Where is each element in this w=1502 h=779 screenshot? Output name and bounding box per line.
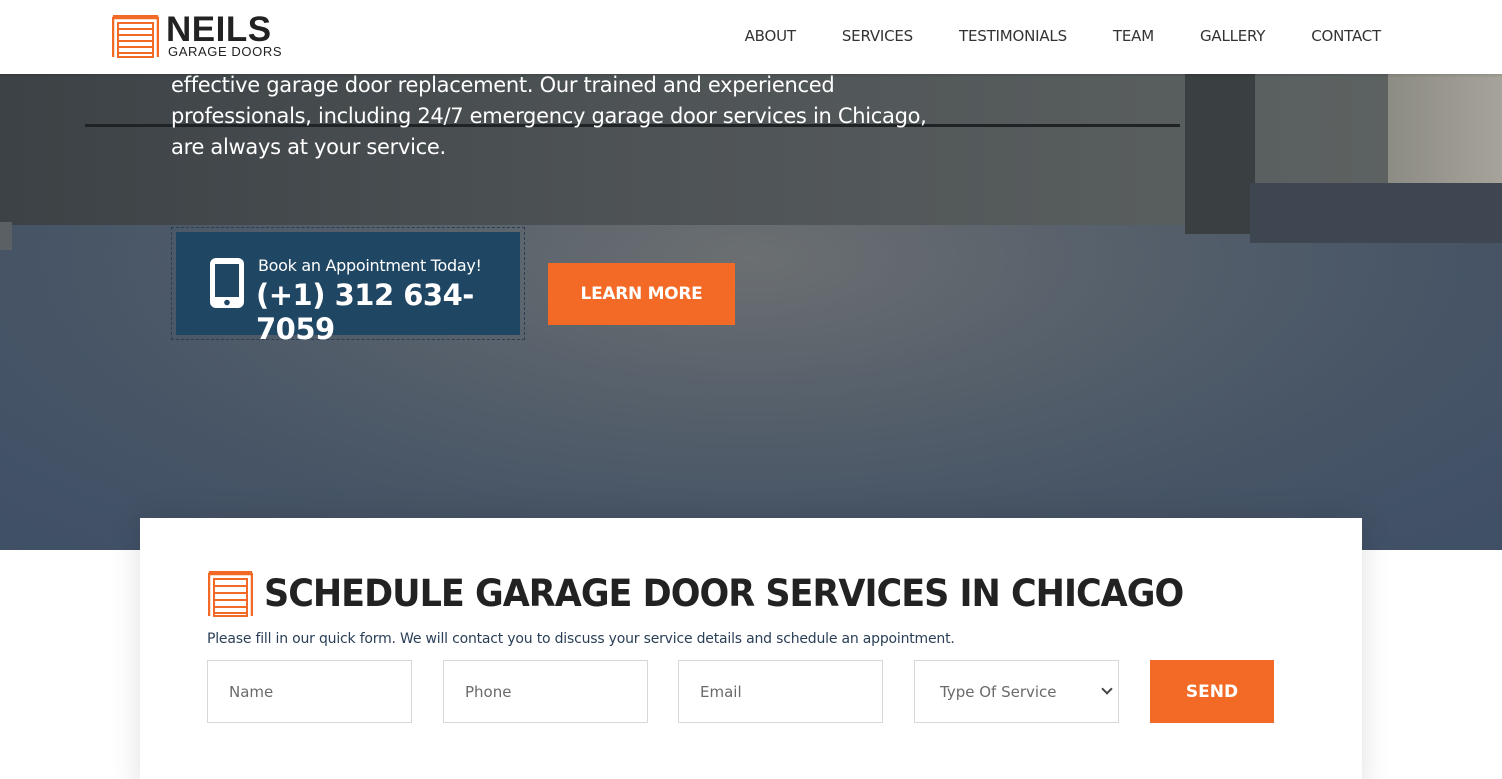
phone-input[interactable] — [443, 660, 648, 723]
garage-door-logo-icon — [112, 15, 159, 58]
learn-more-button[interactable]: LEARN MORE — [548, 263, 735, 325]
nav-about[interactable]: ABOUT — [745, 27, 796, 45]
book-appointment-inner[interactable]: Book an Appointment Today! (+1) 312 634-… — [176, 232, 520, 346]
name-input[interactable] — [207, 660, 412, 723]
service-type-selected: Type Of Service — [940, 682, 1057, 701]
book-appointment-phone[interactable]: (+1) 312 634-7059 — [256, 278, 520, 346]
hero-section: effective garage door replacement. Our t… — [0, 0, 1502, 550]
chevron-down-icon — [1101, 683, 1113, 695]
main-nav: ABOUT SERVICES TESTIMONIALS TEAM GALLERY… — [745, 27, 1382, 45]
book-appointment-label: Book an Appointment Today! — [258, 256, 482, 275]
hero-background-step — [1250, 183, 1502, 243]
email-input[interactable] — [678, 660, 883, 723]
site-header: NEILS GARAGE DOORS ABOUT SERVICES TESTIM… — [0, 0, 1502, 74]
form-description: Please fill in our quick form. We will c… — [207, 631, 955, 647]
nav-team[interactable]: TEAM — [1113, 27, 1154, 45]
garage-door-icon — [208, 571, 253, 617]
hero-description: effective garage door replacement. Our t… — [171, 73, 927, 159]
hero-background-block — [0, 222, 12, 250]
service-type-select[interactable]: Type Of Service — [914, 660, 1119, 723]
schedule-form-card: SCHEDULE GARAGE DOOR SERVICES IN CHICAGO… — [140, 518, 1362, 779]
logo-tagline: GARAGE DOORS — [168, 44, 283, 59]
nav-services[interactable]: SERVICES — [842, 27, 913, 45]
mobile-phone-icon — [210, 258, 244, 308]
hero-background-pillar — [1388, 74, 1502, 184]
hero-background-column — [1185, 74, 1255, 234]
nav-gallery[interactable]: GALLERY — [1200, 27, 1266, 45]
send-button[interactable]: SEND — [1150, 660, 1274, 723]
nav-testimonials[interactable]: TESTIMONIALS — [959, 27, 1067, 45]
book-appointment-box[interactable]: Book an Appointment Today! (+1) 312 634-… — [171, 227, 525, 346]
nav-contact[interactable]: CONTACT — [1311, 27, 1381, 45]
logo[interactable]: NEILS GARAGE DOORS — [112, 10, 302, 62]
form-title: SCHEDULE GARAGE DOOR SERVICES IN CHICAGO — [264, 572, 1184, 616]
